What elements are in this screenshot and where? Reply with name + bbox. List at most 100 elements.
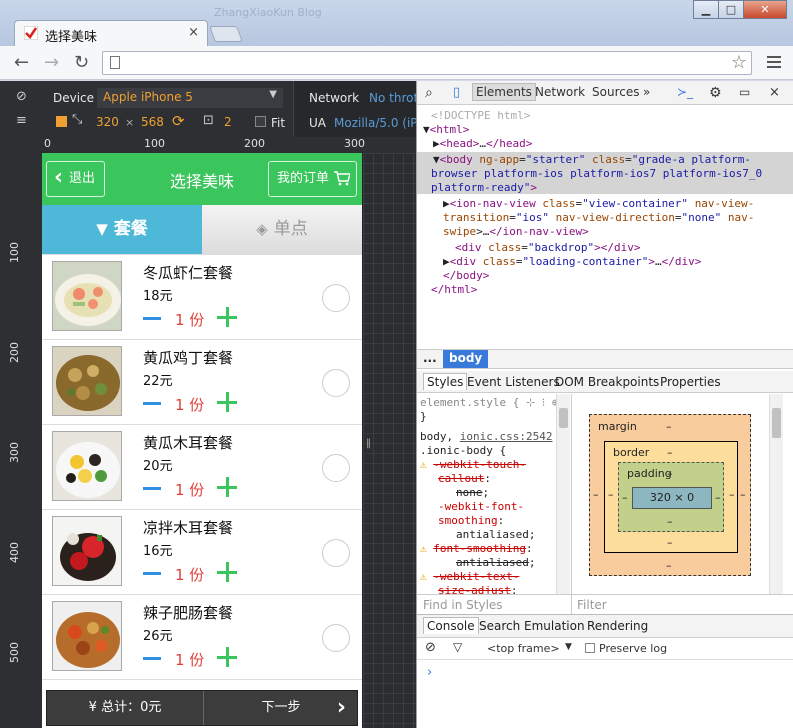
tab-emulation[interactable]: Emulation [524, 619, 585, 633]
element-style-line[interactable]: element.style { ⊹ ⁝ ⊕ [420, 396, 559, 410]
scale-input[interactable]: 2 [224, 115, 232, 129]
ruler-label: 300 [8, 442, 21, 463]
doctype-line: <!DOCTYPE html> [431, 109, 531, 122]
more-tabs-button[interactable]: » [643, 85, 650, 99]
tab-network[interactable]: Network [535, 85, 585, 99]
plus-icon[interactable] [217, 477, 237, 497]
device-emulation-bar: ⊘ ≡ Device Apple iPhone 5 ▼ ⤡ 320 × 568 … [0, 81, 425, 137]
styles-scrollbar-thumb[interactable] [559, 408, 568, 428]
forward-arrow-icon[interactable]: → [44, 52, 59, 73]
ion-nav-view-line[interactable]: ▶<ion-nav-view class="view-container" na… [443, 197, 754, 211]
minimize-button[interactable]: ▁ [693, 0, 719, 19]
stop-icon[interactable]: ⊘ [16, 89, 27, 104]
dish-photo [52, 346, 122, 416]
styles-scrollbar[interactable] [556, 394, 570, 594]
minus-icon[interactable] [143, 317, 161, 320]
tab-set-meal[interactable]: ▼ 套餐 [42, 205, 202, 254]
settings-icon[interactable]: ⚙ [709, 85, 722, 101]
body-line[interactable]: ▼<body ng-app="starter" class="grade-a p… [433, 153, 751, 167]
dish-name: 辣子肥肠套餐 [143, 604, 234, 622]
tab-console[interactable]: Console [423, 617, 479, 634]
backdrop-line[interactable]: <div class="backdrop"></div> [455, 241, 640, 255]
style-line: } [420, 410, 427, 423]
tab-single-dish[interactable]: ◈ 单点 [202, 205, 362, 254]
browser-tab[interactable]: 选择美味 × [14, 20, 208, 46]
close-window-button[interactable]: ✕ [743, 0, 787, 19]
select-radio[interactable] [322, 454, 350, 482]
metrics-scrollbar[interactable] [769, 394, 783, 594]
resize-grip-icon[interactable]: ‖ [366, 438, 371, 449]
minus-icon[interactable] [143, 487, 161, 490]
bookmark-star-icon[interactable]: ☆ [731, 52, 747, 73]
width-input[interactable]: 320 [96, 115, 119, 129]
frame-select[interactable]: <top frame> [487, 642, 560, 655]
my-orders-button[interactable]: 我的订单 [268, 161, 357, 197]
dock-icon[interactable]: ▭ [739, 85, 750, 99]
chevron-left-icon: ‹ [54, 165, 64, 190]
list-item: 辣子肥肠套餐 26元 1 份 [42, 595, 362, 680]
style-prop[interactable]: ⚠ -webkit-text- [420, 570, 519, 584]
style-prop: callout: [438, 472, 491, 485]
tab-styles[interactable]: Styles [423, 373, 468, 390]
tab-dom-breakpoints[interactable]: DOM Breakpoints [555, 375, 659, 389]
tab-search[interactable]: Search [479, 619, 520, 633]
next-step-button[interactable]: 下一步 › [204, 691, 358, 725]
minus-icon[interactable] [143, 572, 161, 575]
rule-selector[interactable]: body, ionic.css:2542 [420, 430, 552, 444]
style-prop[interactable]: ⚠ -webkit-touch- [420, 458, 526, 472]
resolution-checkbox[interactable] [56, 116, 67, 127]
tab-sources[interactable]: Sources [592, 85, 639, 99]
console-drawer-icon[interactable]: ≻_ [677, 85, 693, 99]
plus-icon[interactable] [217, 392, 237, 412]
style-prop[interactable]: ⚠ font-smoothing: [420, 542, 533, 556]
fit-checkbox[interactable] [255, 116, 266, 127]
tab-rendering[interactable]: Rendering [587, 619, 648, 633]
ua-input[interactable]: Mozilla/5.0 (iPh [334, 116, 425, 130]
head-line[interactable]: ▶<head>…</head> [433, 137, 532, 151]
metrics-scrollbar-thumb[interactable] [772, 408, 781, 438]
plus-icon[interactable] [217, 307, 237, 327]
inspect-icon[interactable]: ⌕ [425, 85, 433, 101]
find-in-styles-input[interactable]: Find in Styles [423, 598, 503, 612]
new-tab-button[interactable] [209, 26, 243, 42]
mobile-icon[interactable]: ▯ [453, 85, 460, 100]
preserve-log-checkbox[interactable] [585, 643, 595, 653]
select-radio[interactable] [322, 369, 350, 397]
breadcrumb-body[interactable]: body [443, 350, 489, 368]
ruler-label: 200 [244, 137, 265, 150]
minus-icon[interactable] [143, 402, 161, 405]
tab-single-dish-label: 单点 [273, 219, 308, 239]
address-bar[interactable]: ☆ [102, 51, 752, 75]
style-prop[interactable]: -webkit-font- [438, 500, 524, 514]
network-panel: Network No throt UA Mozilla/5.0 (iPh [293, 81, 425, 137]
tab-close-icon[interactable]: × [188, 25, 199, 40]
minus-icon[interactable] [143, 657, 161, 660]
device-select[interactable]: Apple iPhone 5 ▼ [97, 88, 283, 108]
clear-console-icon[interactable]: ⊘ [425, 640, 436, 655]
height-input[interactable]: 568 [141, 115, 164, 129]
rotate-icon[interactable]: ⟳ [172, 112, 185, 130]
breadcrumb-more[interactable]: ... [423, 351, 437, 365]
exit-button[interactable]: ‹ 退出 [46, 161, 105, 197]
close-icon[interactable]: × [769, 85, 780, 100]
select-radio[interactable] [322, 539, 350, 567]
filter-input[interactable]: Filter [577, 598, 607, 612]
tab-elements[interactable]: Elements [472, 83, 536, 101]
plus-icon[interactable] [217, 562, 237, 582]
loading-container-line[interactable]: ▶<div class="loading-container">…</div> [443, 255, 701, 269]
filter-funnel-icon[interactable]: ▽ [453, 640, 462, 654]
maximize-button[interactable]: □ [718, 0, 744, 19]
menu-icon[interactable] [767, 53, 781, 71]
tab-event-listeners[interactable]: Event Listeners [467, 375, 560, 389]
network-throttle-select[interactable]: No throt [369, 91, 418, 105]
list-toggle-icon[interactable]: ≡ [16, 113, 27, 128]
tab-properties[interactable]: Properties [660, 375, 721, 389]
reload-icon[interactable]: ↻ [74, 52, 89, 73]
html-open-line[interactable]: ▼<html> [423, 123, 469, 137]
back-arrow-icon[interactable]: ← [14, 52, 29, 73]
plus-icon[interactable] [217, 647, 237, 667]
select-radio[interactable] [322, 624, 350, 652]
breadcrumb: ... body [417, 349, 793, 369]
console-prompt[interactable]: › [427, 665, 432, 680]
select-radio[interactable] [322, 284, 350, 312]
